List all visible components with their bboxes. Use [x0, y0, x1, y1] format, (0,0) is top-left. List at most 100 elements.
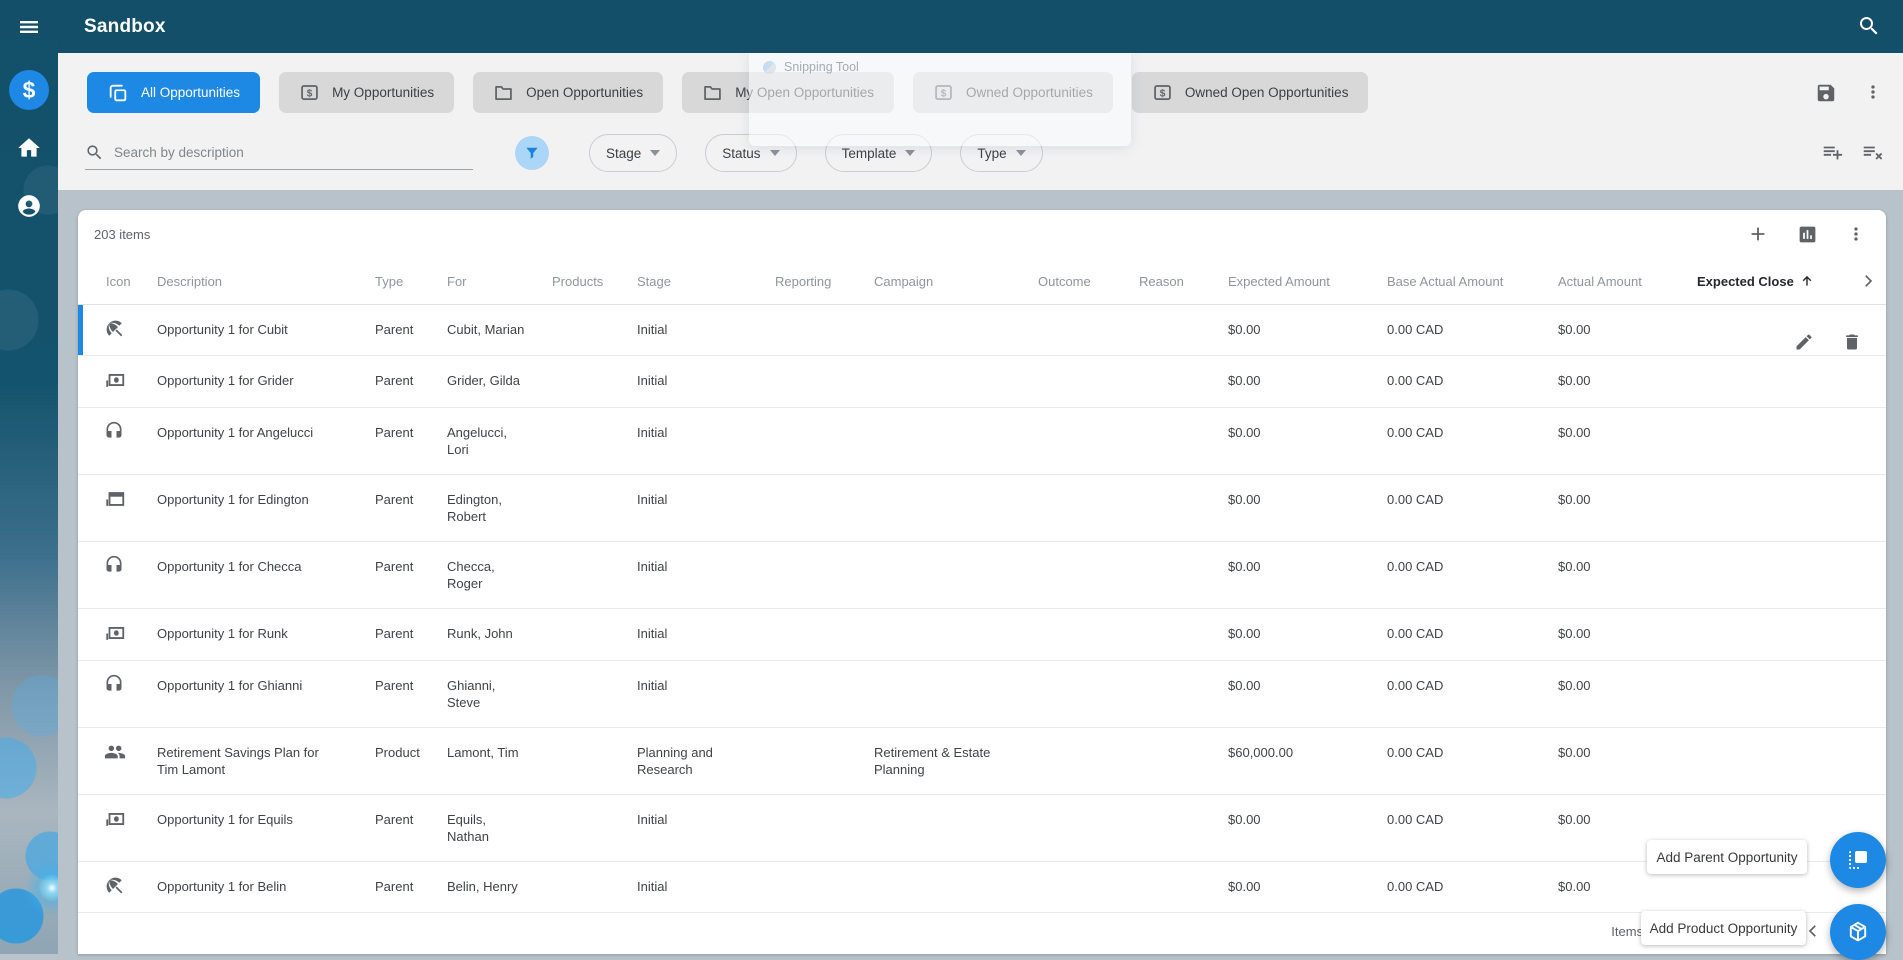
- cell-actual-amount: $0.00: [1558, 609, 1697, 658]
- edit-icon[interactable]: [1794, 332, 1814, 352]
- filter-funnel-button[interactable]: [515, 136, 549, 170]
- column-header-reason[interactable]: Reason: [1139, 274, 1228, 289]
- saved-view-tabs: All Opportunities $My Opportunities Open O…: [87, 72, 1368, 113]
- tab-open-opportunities[interactable]: Open Opportunities: [473, 72, 663, 113]
- column-header-base-actual-amount[interactable]: Base Actual Amount: [1387, 274, 1558, 289]
- filter-dropdowns: Stage Status Template Type: [589, 134, 1043, 172]
- cell-reason: [1139, 661, 1228, 693]
- chevron-down-icon: [650, 150, 660, 156]
- cell-expected-amount: $0.00: [1228, 661, 1387, 710]
- filter-dropdown-template[interactable]: Template: [825, 134, 933, 172]
- cell-reason: [1139, 356, 1228, 388]
- rail-item-profile[interactable]: [9, 186, 49, 226]
- tab-my-opportunities[interactable]: $My Opportunities: [279, 72, 454, 113]
- search-input[interactable]: [114, 145, 444, 160]
- umbrella-icon: [104, 875, 147, 896]
- rail-item-home[interactable]: [9, 128, 49, 168]
- save-icon[interactable]: [1815, 82, 1837, 104]
- column-header-outcome[interactable]: Outcome: [1038, 274, 1139, 289]
- cell-type: Parent: [375, 408, 447, 457]
- scroll-columns-right-icon[interactable]: [1851, 272, 1886, 290]
- cell-expected-close: [1697, 542, 1851, 574]
- cell-actual-amount: $0.00: [1558, 661, 1697, 710]
- add-parent-opportunity-fab[interactable]: [1830, 832, 1886, 888]
- add-product-opportunity-fab[interactable]: [1830, 904, 1886, 960]
- cell-reporting: [775, 356, 874, 388]
- column-header-description[interactable]: Description: [157, 274, 375, 289]
- column-header-campaign[interactable]: Campaign: [874, 274, 1038, 289]
- left-nav-rail: $: [0, 0, 58, 954]
- cell-campaign: [874, 661, 1038, 693]
- cell-for: Ghianni, Steve: [447, 661, 552, 727]
- tab-owned-opportunities[interactable]: $Owned Opportunities: [913, 72, 1113, 113]
- table-row[interactable]: Opportunity 1 for CubitParentCubit, Mari…: [78, 305, 1886, 356]
- column-header-for[interactable]: For: [447, 274, 552, 289]
- table-row[interactable]: Opportunity 1 for GriderParentGrider, Gi…: [78, 356, 1886, 408]
- cell-expected-amount: $0.00: [1228, 609, 1387, 658]
- table-row[interactable]: Opportunity 1 for RunkParentRunk, JohnIn…: [78, 609, 1886, 661]
- headset-icon: [104, 421, 147, 441]
- cell-actual-amount: $0.00: [1558, 356, 1697, 405]
- kebab-menu-icon[interactable]: [1863, 82, 1883, 104]
- chart-icon[interactable]: [1797, 224, 1818, 245]
- search-field-icon: [85, 143, 104, 162]
- money-icon: [104, 808, 147, 830]
- column-header-stage[interactable]: Stage: [637, 274, 775, 289]
- svg-text:$: $: [23, 77, 36, 103]
- table-row[interactable]: Opportunity 1 for BelinParentBelin, Henr…: [78, 862, 1886, 913]
- filter-dropdown-status[interactable]: Status: [705, 134, 796, 172]
- cell-reason: [1139, 305, 1228, 337]
- menu-icon[interactable]: [17, 15, 41, 39]
- column-header-products[interactable]: Products: [552, 274, 637, 289]
- cell-expected-close: [1697, 661, 1851, 693]
- playlist-add-icon[interactable]: [1821, 142, 1843, 164]
- kebab-card-icon[interactable]: [1846, 224, 1866, 244]
- cell-reporting: [775, 609, 874, 641]
- column-header-type[interactable]: Type: [375, 274, 447, 289]
- table-row[interactable]: Opportunity 1 for AngelucciParentAngeluc…: [78, 408, 1886, 475]
- svg-text:$: $: [1160, 88, 1166, 99]
- cell-actions: [1851, 609, 1886, 641]
- chip-label: Template: [842, 146, 897, 161]
- tab-label: Open Opportunities: [526, 85, 643, 100]
- table-row[interactable]: Opportunity 1 for EquilsParentEquils, Na…: [78, 795, 1886, 862]
- table-row[interactable]: Opportunity 1 for EdingtonParentEdington…: [78, 475, 1886, 542]
- add-icon[interactable]: [1747, 223, 1769, 245]
- column-header-icon[interactable]: Icon: [78, 274, 157, 289]
- cell-products: [552, 475, 637, 507]
- cell-products: [552, 408, 637, 440]
- filter-dropdown-type[interactable]: Type: [960, 134, 1042, 172]
- row-icon-cell: [78, 475, 157, 526]
- folder-icon: [702, 82, 723, 103]
- tab-my-open-opportunities[interactable]: My Open Opportunities: [682, 72, 894, 113]
- tab-all-opportunities[interactable]: All Opportunities: [87, 72, 260, 113]
- table-row[interactable]: Opportunity 1 for GhianniParentGhianni, …: [78, 661, 1886, 728]
- dollar-box-icon: $: [933, 82, 954, 103]
- search-box: [85, 136, 473, 170]
- tab-owned-open-opportunities[interactable]: $Owned Open Opportunities: [1132, 72, 1369, 113]
- column-header-expected-close[interactable]: Expected Close: [1697, 274, 1851, 289]
- cell-base-actual-amount: 0.00 CAD: [1387, 609, 1558, 658]
- window-card-icon: [104, 488, 147, 510]
- cell-stage: Initial: [637, 475, 775, 524]
- table-row[interactable]: Retirement Savings Plan for Tim LamontPr…: [78, 728, 1886, 795]
- cell-campaign: [874, 356, 1038, 388]
- cell-base-actual-amount: 0.00 CAD: [1387, 795, 1558, 844]
- cell-type: Parent: [375, 862, 447, 911]
- search-icon[interactable]: [1857, 14, 1881, 38]
- rail-item-opportunities[interactable]: $: [9, 70, 49, 110]
- column-header-actual-amount[interactable]: Actual Amount: [1558, 274, 1697, 289]
- cell-expected-amount: $60,000.00: [1228, 728, 1387, 777]
- playlist-remove-icon[interactable]: [1861, 142, 1883, 164]
- chevron-left-icon[interactable]: [1804, 922, 1822, 940]
- column-header-expected-amount[interactable]: Expected Amount: [1228, 274, 1387, 289]
- dollar-box-icon: $: [1152, 82, 1173, 103]
- filter-dropdown-stage[interactable]: Stage: [589, 134, 677, 172]
- cell-stage: Initial: [637, 795, 775, 844]
- cell-description: Opportunity 1 for Ghianni: [157, 661, 375, 710]
- column-header-reporting[interactable]: Reporting: [775, 274, 874, 289]
- cell-expected-amount: $0.00: [1228, 305, 1387, 354]
- delete-icon[interactable]: [1842, 332, 1862, 352]
- cell-expected-amount: $0.00: [1228, 356, 1387, 405]
- table-row[interactable]: Opportunity 1 for CheccaParentChecca, Ro…: [78, 542, 1886, 609]
